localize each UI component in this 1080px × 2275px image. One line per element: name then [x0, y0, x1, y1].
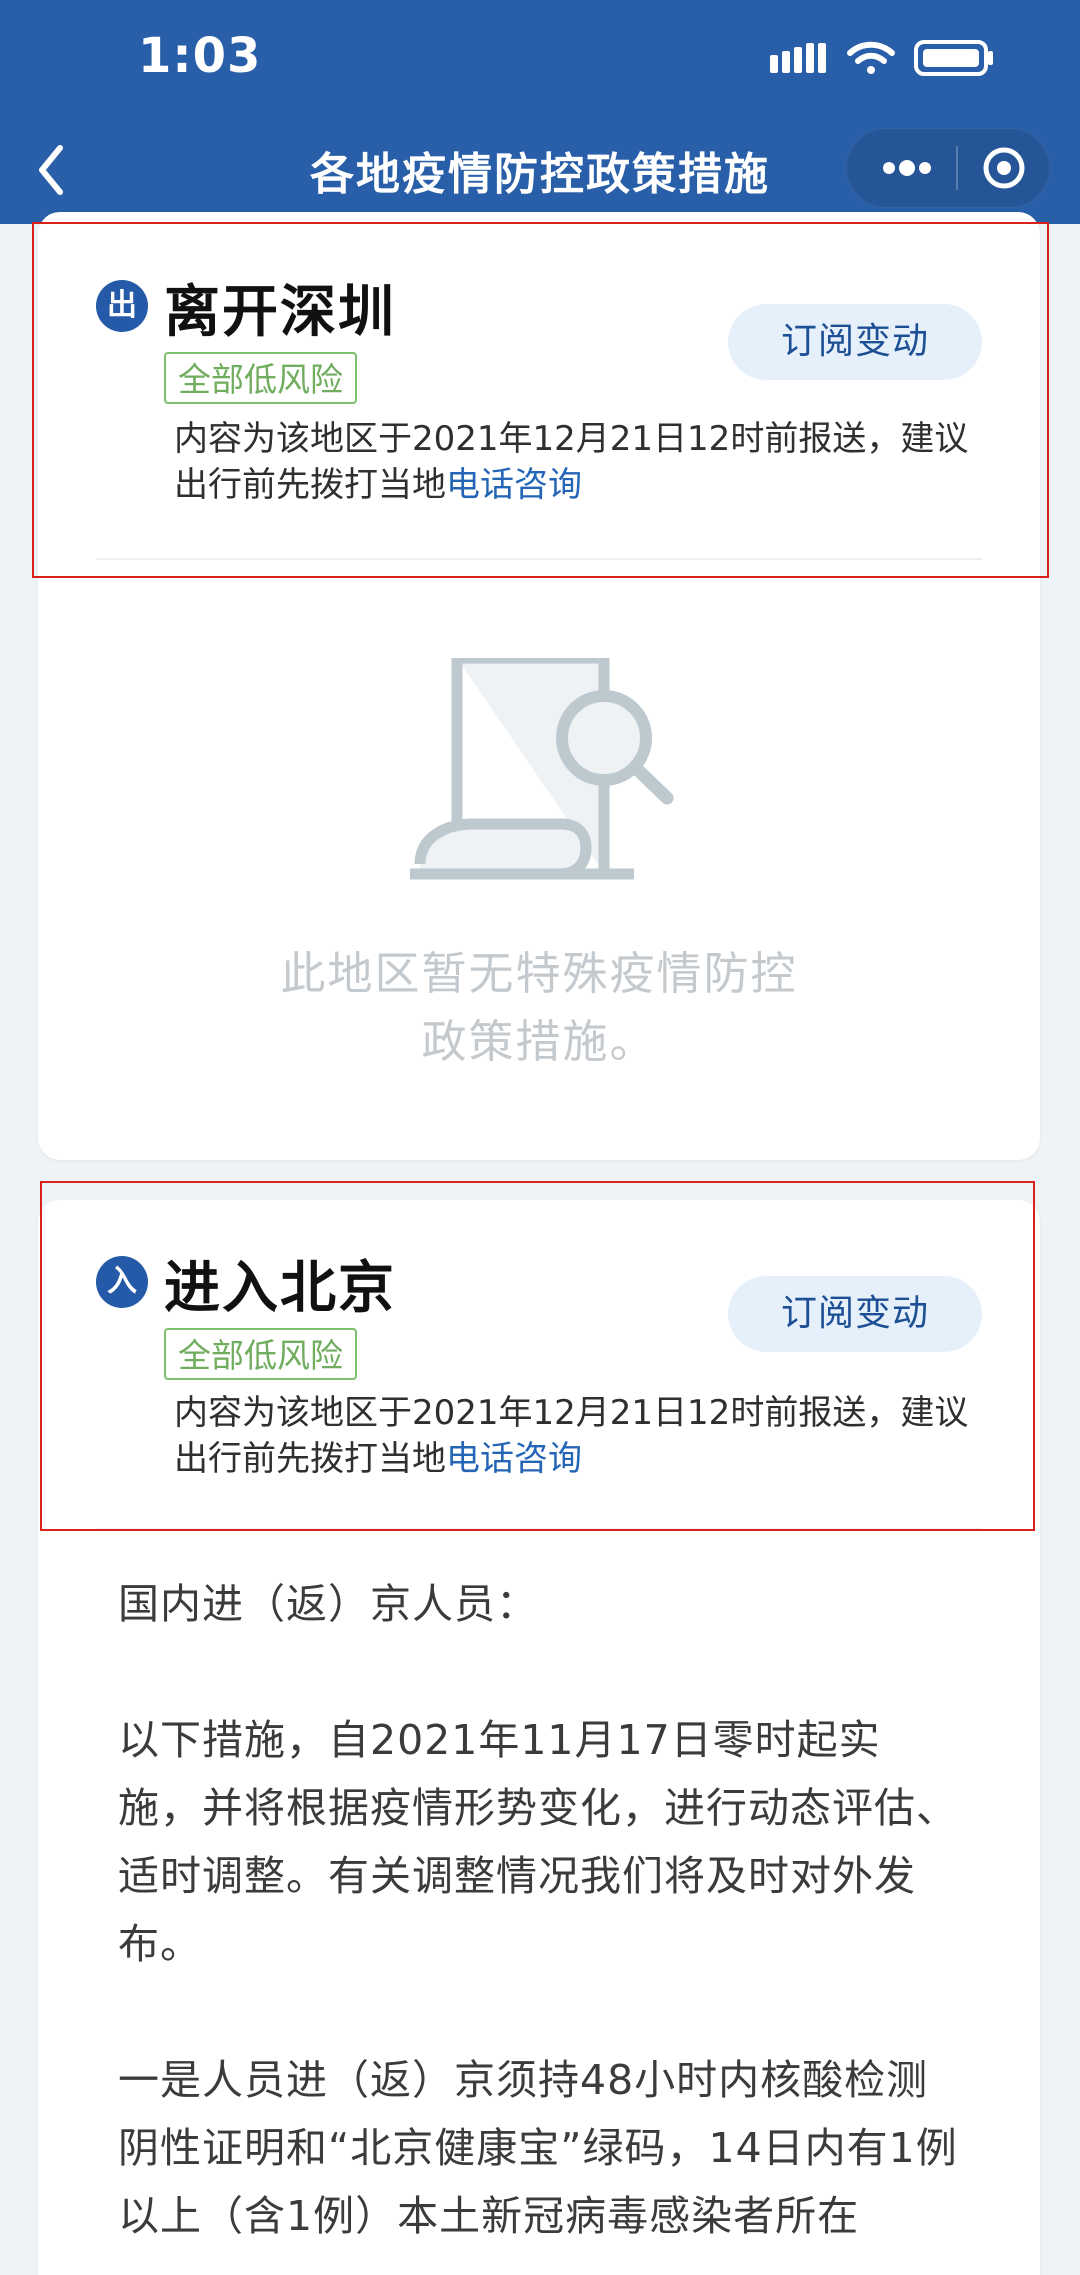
arrival-divider: [96, 1528, 982, 1530]
arrival-badge: 入: [96, 1256, 148, 1308]
screen: 1:03 各地疫情防控政策措施 出 离开深圳 全部低风险 订阅变动 内容为该地区…: [0, 0, 1080, 2275]
policy-paragraph-1: 以下措施，自2021年11月17日零时起实施，并将根据疫情形势变化，进行动态评估…: [118, 1716, 958, 1968]
mini-program-capsule: [846, 128, 1050, 208]
departure-empty-line-1: 此地区暂无特殊疫情防控: [280, 947, 798, 1000]
departure-empty-line-2: 政策措施。: [421, 1015, 657, 1068]
signal-icon: [770, 43, 826, 73]
arrival-policy: 国内进（返）京人员： 以下措施，自2021年11月17日零时起实施，并将根据疫情…: [118, 1570, 962, 2250]
battery-icon: [914, 40, 993, 76]
departure-risk-tag: 全部低风险: [164, 352, 357, 404]
departure-card: 出 离开深圳 全部低风险 订阅变动 内容为该地区于2021年12月21日12时前…: [38, 212, 1040, 1160]
arrival-card: 入 进入北京 全部低风险 订阅变动 内容为该地区于2021年12月21日12时前…: [38, 1200, 1040, 2275]
capsule-divider: [956, 146, 958, 190]
arrival-header: 入 进入北京 全部低风险 订阅变动 内容为该地区于2021年12月21日12时前…: [38, 1200, 1040, 1530]
departure-notice: 内容为该地区于2021年12月21日12时前报送，建议出行前先拨打当地电话咨询: [174, 416, 994, 508]
departure-subscribe-button[interactable]: 订阅变动: [728, 304, 982, 380]
more-options-icon[interactable]: [878, 152, 936, 184]
status-icons: [770, 34, 996, 82]
arrival-subscribe-button[interactable]: 订阅变动: [728, 1276, 982, 1352]
departure-badge: 出: [96, 280, 148, 332]
departure-header: 出 离开深圳 全部低风险 订阅变动 内容为该地区于2021年12月21日12时前…: [38, 212, 1040, 562]
departure-divider: [96, 558, 982, 560]
arrival-phone-link[interactable]: 电话咨询: [446, 1439, 582, 1479]
departure-place: 离开深圳: [164, 280, 396, 345]
arrival-risk-tag: 全部低风险: [164, 1328, 357, 1380]
top-app-bar: 1:03 各地疫情防控政策措施: [0, 0, 1080, 224]
arrival-notice: 内容为该地区于2021年12月21日12时前报送，建议出行前先拨打当地电话咨询: [174, 1390, 994, 1482]
document-search-icon: [410, 658, 674, 880]
status-time: 1:03: [138, 28, 262, 84]
wifi-icon: [847, 41, 895, 74]
close-target-icon[interactable]: [982, 146, 1026, 190]
policy-heading: 国内进（返）京人员：: [118, 1580, 538, 1628]
departure-phone-link[interactable]: 电话咨询: [446, 465, 582, 505]
arrival-place: 进入北京: [164, 1256, 396, 1321]
policy-paragraph-2: 一是人员进（返）京须持48小时内核酸检测阴性证明和“北京健康宝”绿码，14日内有…: [118, 2056, 958, 2240]
